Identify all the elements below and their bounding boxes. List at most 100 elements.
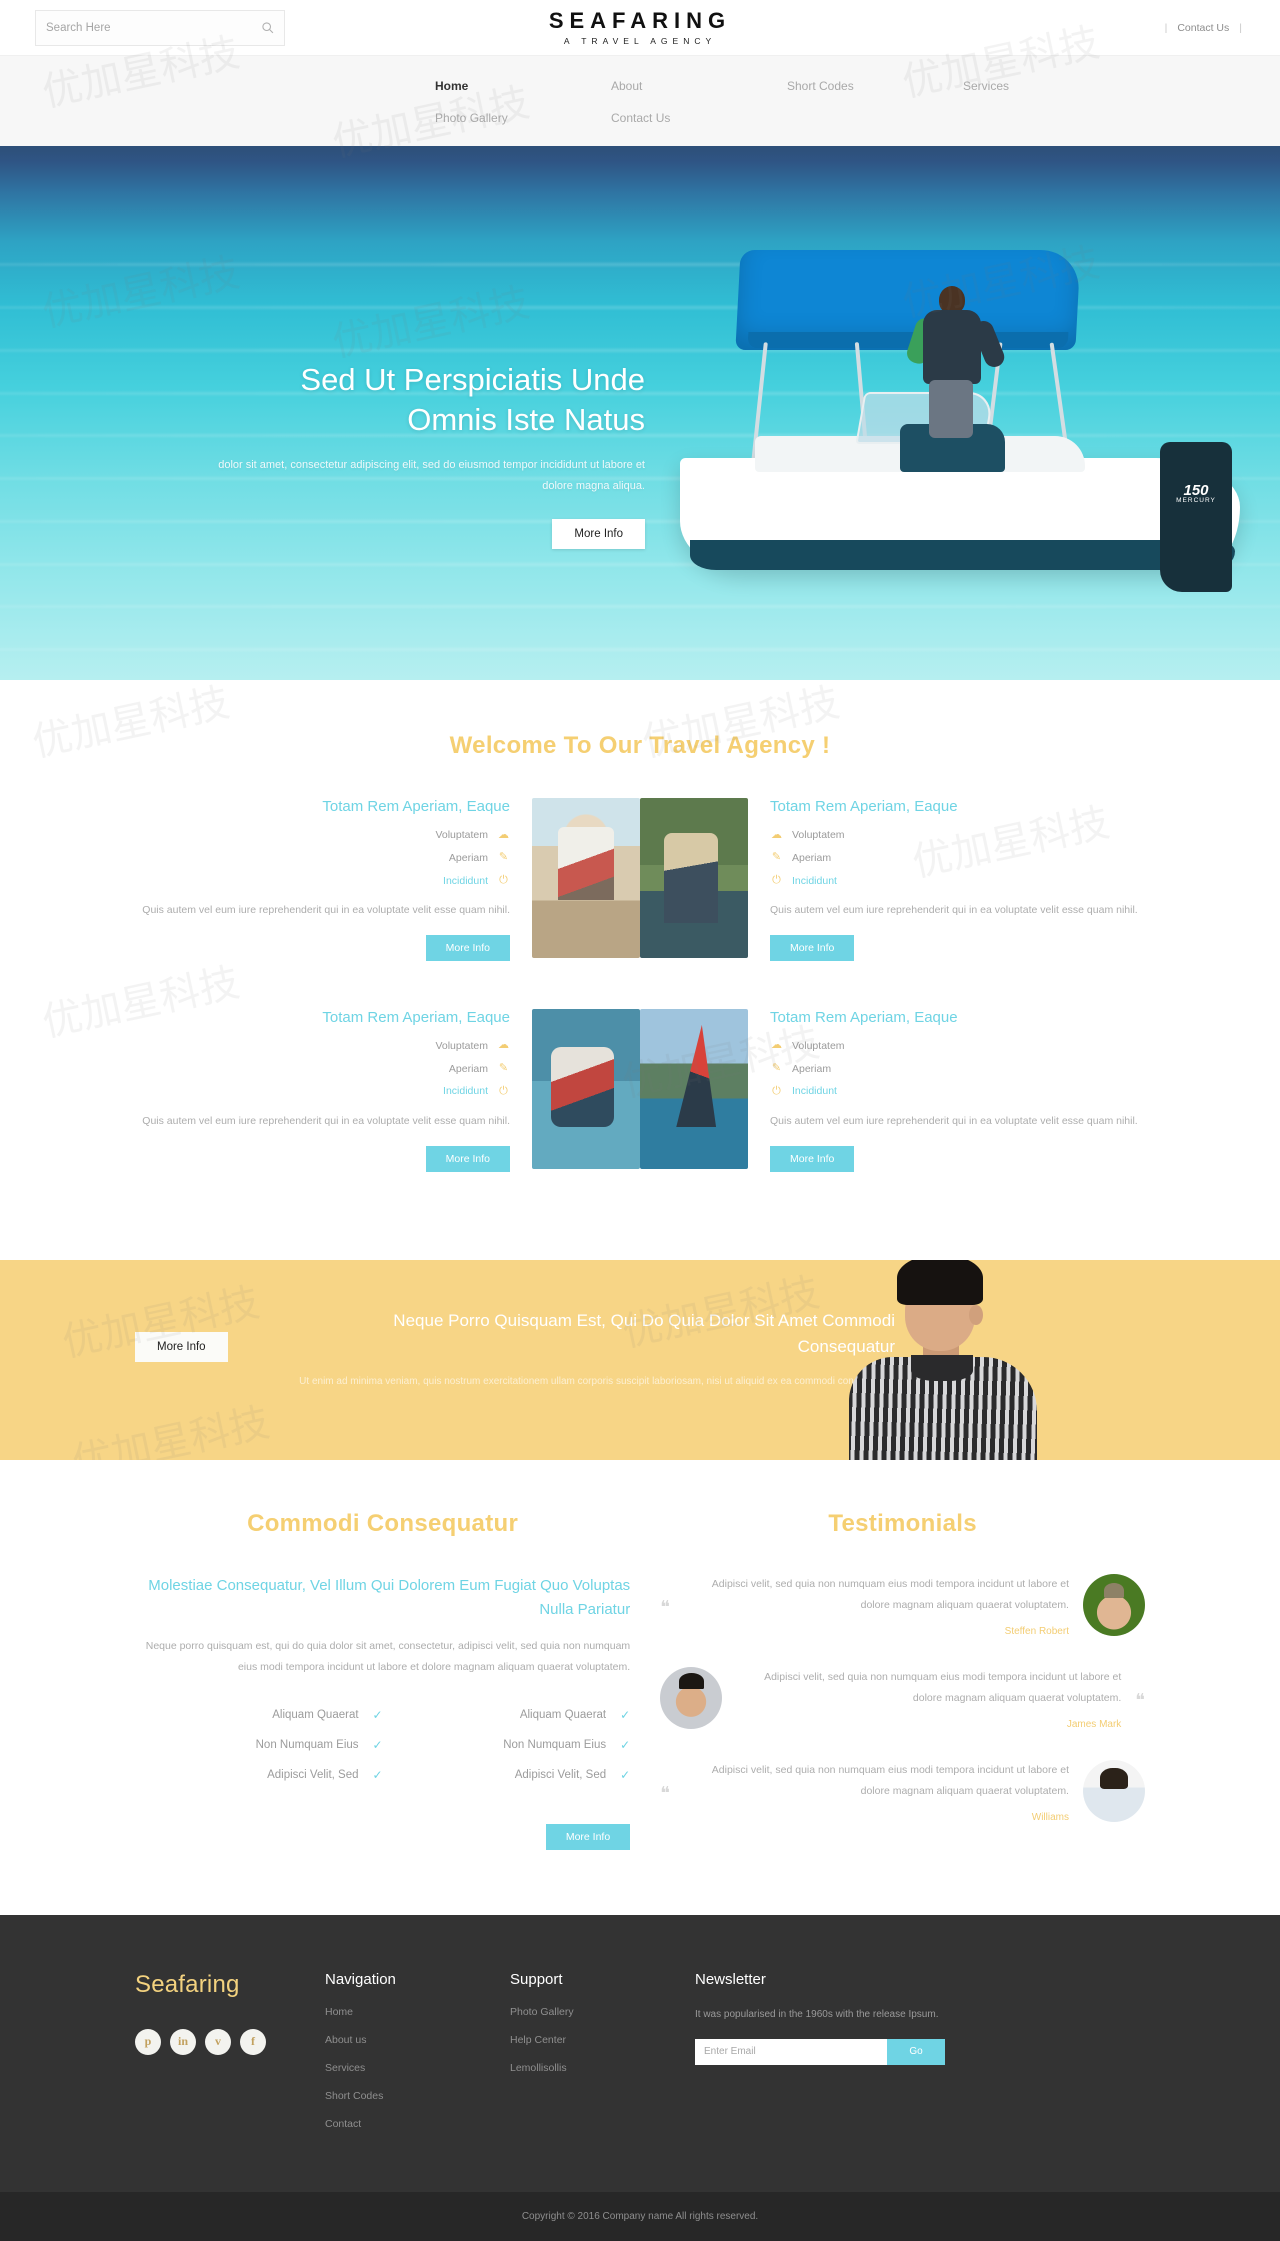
service-feature: Aperiam ✎ [135, 850, 510, 867]
service-feature-label: Voluptatem [792, 1039, 845, 1052]
footer-navigation-column: Navigation Home About us Services Short … [325, 1971, 510, 2146]
topbar-right: | Contact Us | [1165, 22, 1242, 34]
quote-icon: ❝ [1135, 1690, 1145, 1711]
list-item: Aliquam Quaerat ✓ [383, 1708, 630, 1722]
pinterest-icon[interactable]: p [135, 2028, 161, 2055]
service-feature-label: Aperiam [792, 1062, 832, 1075]
service-feature-label: Aperiam [448, 1062, 488, 1075]
service-card-body: Totam Rem Aperiam, Eaque ☁ Voluptatem ✎ … [766, 798, 1145, 961]
footer-columns: Seafaring p in v f Navigation Home About… [135, 1971, 1145, 2146]
quote-icon: ❝ [660, 1597, 670, 1618]
nav-item-about[interactable]: About [611, 70, 787, 102]
service-card: Totam Rem Aperiam, Eaque Voluptatem ☁ Ap… [135, 1008, 640, 1172]
service-feature-label: Voluptatem [435, 1039, 488, 1052]
service-card-body: Totam Rem Aperiam, Eaque Voluptatem ☁ Ap… [135, 798, 514, 961]
pencil-icon: ✎ [771, 1062, 782, 1075]
nav-item-photo-gallery[interactable]: Photo Gallery [435, 102, 611, 134]
footer-link-contact[interactable]: Contact [325, 2118, 510, 2130]
service-card-description: Quis autem vel eum iure reprehenderit qu… [770, 904, 1138, 917]
separator-left: | [1164, 21, 1168, 34]
service-more-info-button[interactable]: More Info [425, 934, 510, 961]
footer-support-column: Support Photo Gallery Help Center Lemoll… [510, 1971, 695, 2146]
service-card: Totam Rem Aperiam, Eaque Voluptatem ☁ Ap… [135, 798, 640, 961]
newsletter-go-button[interactable]: Go [887, 2038, 945, 2065]
promo-title: Neque Porro Quisquam Est, Qui Do Quia Do… [393, 1310, 895, 1356]
commodi-more-info-button[interactable]: More Info [545, 1823, 631, 1850]
facebook-icon[interactable]: f [240, 2028, 266, 2055]
check-icon: ✓ [620, 1767, 631, 1782]
service-feature-label: Aperiam [792, 851, 832, 864]
checklist-label: Adipisci Velit, Sed [267, 1768, 359, 1781]
service-card-description: Quis autem vel eum iure reprehenderit qu… [770, 1115, 1138, 1128]
services-grid: Totam Rem Aperiam, Eaque Voluptatem ☁ Ap… [135, 798, 1145, 1172]
promo-text-block: Neque Porro Quisquam Est, Qui Do Quia Do… [295, 1308, 895, 1393]
commodi-title: Commodi Consequatur [247, 1509, 519, 1537]
footer-brand-column: Seafaring p in v f [135, 1971, 325, 2146]
newsletter-form: Go [695, 2038, 945, 2065]
commodi-description: Neque porro quisquam est, qui do quia do… [145, 1639, 631, 1673]
testimonials-title: Testimonials [828, 1509, 977, 1537]
services-row: Totam Rem Aperiam, Eaque Voluptatem ☁ Ap… [135, 798, 1145, 961]
cloud-icon: ☁ [771, 1039, 782, 1052]
service-card-image [640, 1008, 748, 1169]
testimonial-body: Adipisci velit, sed quia non numquam eiu… [684, 1574, 1069, 1637]
footer-link-photo-gallery[interactable]: Photo Gallery [510, 2006, 695, 2018]
service-feature-label: Incididunt [792, 1085, 837, 1098]
testimonial-item: ❝ Adipisci velit, sed quia non numquam e… [660, 1667, 1145, 1730]
hero-banner: 150 MERCURY Sed Ut Perspiciatis Unde Omni… [0, 146, 1280, 680]
footer-link-short-codes[interactable]: Short Codes [325, 2090, 510, 2102]
cloud-icon: ☁ [771, 828, 782, 841]
nav-item-services[interactable]: Services [963, 70, 1139, 102]
list-item: Adipisci Velit, Sed ✓ [135, 1768, 382, 1782]
checklist-label: Non Numquam Eius [255, 1738, 359, 1751]
avatar [660, 1667, 723, 1730]
list-item: Adipisci Velit, Sed ✓ [383, 1767, 631, 1782]
nav-item-contact-us[interactable]: Contact Us [611, 102, 787, 134]
promo-description: Ut enim ad minima veniam, quis nostrum e… [299, 1376, 895, 1388]
vimeo-icon[interactable]: v [205, 2028, 231, 2055]
hero-more-info-button[interactable]: More Info [552, 519, 645, 550]
service-feature: Voluptatem ☁ [135, 827, 510, 844]
commodi-button-wrap: More Info [135, 1810, 631, 1850]
promo-more-info-button[interactable]: More Info [135, 1331, 228, 1362]
search-icon[interactable] [260, 21, 274, 35]
search-box[interactable] [35, 9, 285, 46]
testimonial-item: ❝ Adipisci velit, sed quia non numquam e… [660, 1574, 1145, 1637]
footer-link-about-us[interactable]: About us [325, 2034, 510, 2046]
nav-item-short-codes[interactable]: Short Codes [787, 70, 963, 102]
hero-title: Sed Ut Perspiciatis Unde Omnis Iste Natu… [300, 362, 645, 437]
footer-link-help-center[interactable]: Help Center [510, 2034, 695, 2046]
service-card-title: Totam Rem Aperiam, Eaque [770, 798, 958, 815]
check-icon: ✓ [620, 1737, 631, 1752]
lower-section: 优加星科技 优加星科技 优加星科技 优加星科技 优加星科技 优加星科技 Comm… [0, 20, 1280, 1915]
testimonial-author: James Mark [1066, 1718, 1122, 1730]
service-feature-label: Voluptatem [792, 829, 845, 841]
service-card-body: Totam Rem Aperiam, Eaque ☁ Voluptatem ✎ … [766, 1009, 1145, 1172]
testimonial-item: ❝ Adipisci velit, sed quia non numquam e… [660, 1760, 1145, 1823]
testimonials-column: Testimonials ❝ Adipisci velit, sed quia … [660, 1510, 1145, 1853]
topbar-contact-link[interactable]: Contact Us [1177, 22, 1229, 34]
welcome-title: Welcome To Our Travel Agency ! [449, 732, 831, 759]
checklist-column-1: Aliquam Quaerat ✓ Non Numquam Eius ✓ Adi… [135, 1708, 383, 1798]
service-more-info-button[interactable]: More Info [425, 1145, 510, 1172]
testimonial-author: Steffen Robert [1004, 1625, 1069, 1637]
service-more-info-button[interactable]: More Info [770, 1145, 855, 1172]
service-feature-label: Voluptatem [435, 829, 488, 841]
footer-navigation-heading: Navigation [325, 1970, 396, 1988]
linkedin-icon[interactable]: in [170, 2028, 196, 2055]
footer-link-home[interactable]: Home [325, 2006, 510, 2018]
welcome-section: 优加星科技 优加星科技 优加星科技 优加星科技 优加星科技 Welcome To… [0, 680, 1280, 1260]
search-input[interactable] [46, 21, 260, 34]
newsletter-email-input[interactable] [695, 2038, 887, 2065]
main-navigation: Home About Short Codes Services Photo Ga… [0, 55, 1280, 146]
service-card: Totam Rem Aperiam, Eaque ☁ Voluptatem ✎ … [640, 1008, 1145, 1172]
footer-link-lemollisollis[interactable]: Lemollisollis [510, 2062, 695, 2074]
hero-content: Sed Ut Perspiciatis Unde Omnis Iste Natu… [205, 360, 645, 550]
service-more-info-button[interactable]: More Info [770, 934, 855, 961]
service-card: Totam Rem Aperiam, Eaque ☁ Voluptatem ✎ … [640, 798, 1145, 961]
quote-icon: ❝ [660, 1783, 670, 1804]
service-feature: ✎ Aperiam [770, 850, 1145, 867]
nav-item-home[interactable]: Home [435, 70, 611, 102]
checklist-label: Aliquam Quaerat [272, 1708, 359, 1721]
footer-link-services[interactable]: Services [325, 2062, 510, 2074]
